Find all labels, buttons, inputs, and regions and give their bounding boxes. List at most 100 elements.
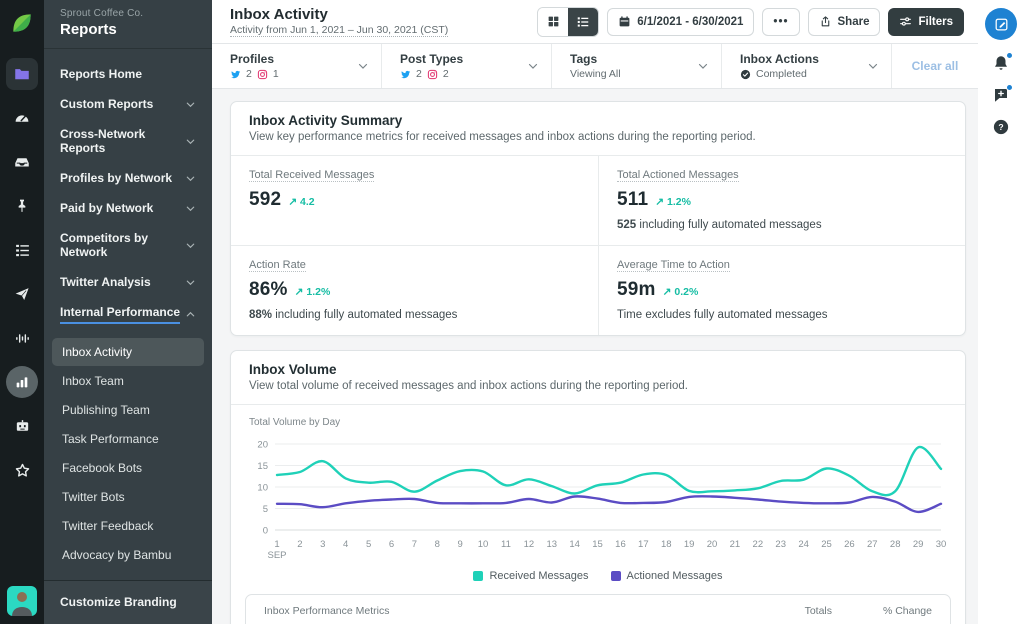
actioned-swatch-icon <box>610 571 621 581</box>
clear-all-button[interactable]: Clear all <box>892 44 978 88</box>
received-swatch-icon <box>473 571 484 581</box>
filter-inbox-actions[interactable]: Inbox Actions Completed <box>722 44 892 88</box>
report-date-subtitle[interactable]: Activity from Jun 1, 2021 – Jun 30, 2021… <box>230 24 449 37</box>
chevron-down-icon <box>185 277 196 288</box>
metric-avg-time-to-action: Average Time to Action 59m ↗ 0.2% Time e… <box>598 245 965 335</box>
share-button[interactable]: Share <box>807 7 881 36</box>
sidebar-item-custom-reports[interactable]: Custom Reports <box>44 89 212 119</box>
filter-tags[interactable]: Tags Viewing All <box>552 44 722 88</box>
list-icon <box>576 15 590 29</box>
svg-text:5: 5 <box>366 539 371 550</box>
nav-pin-icon[interactable] <box>6 190 38 222</box>
svg-text:29: 29 <box>913 539 924 550</box>
subitem-advocacy-by-bambu[interactable]: Advocacy by Bambu <box>52 541 204 569</box>
instagram-icon <box>257 69 268 80</box>
chart-legend: Received Messages Actioned Messages <box>231 564 965 592</box>
svg-text:16: 16 <box>615 539 626 550</box>
nav-inbox-tray-icon[interactable] <box>6 146 38 178</box>
volume-chart: 051015201 2 3 4 5 6 7 8 9 10 11 12 13 14 15 16 17 18 19 20 2… <box>257 440 947 562</box>
nav-listening-waveform-icon[interactable] <box>6 322 38 354</box>
help-question-icon[interactable]: ? <box>992 118 1010 136</box>
app-window: Sprout Coffee Co. Reports Reports Home C… <box>0 0 1024 624</box>
volume-card-title: Inbox Volume <box>249 362 337 377</box>
svg-text:0: 0 <box>263 526 268 537</box>
sidebar-item-reports-home[interactable]: Reports Home <box>44 59 212 89</box>
trend-up-icon: ↗ <box>655 196 665 208</box>
subitem-task-performance[interactable]: Task Performance <box>52 425 204 453</box>
nav-feeds-list-icon[interactable] <box>6 234 38 266</box>
grid-view-button[interactable] <box>538 7 569 36</box>
nav-reports-barchart-icon[interactable] <box>6 366 38 398</box>
svg-text:28: 28 <box>890 539 901 550</box>
sidebar-item-cross-network-reports[interactable]: Cross-Network Reports <box>44 119 212 163</box>
metric-total-actioned: Total Actioned Messages 511 ↗ 1.2% 525 i… <box>598 156 965 245</box>
svg-text:21: 21 <box>730 539 741 550</box>
summary-card-subtitle: View key performance metrics for receive… <box>249 131 756 143</box>
share-icon <box>819 15 832 28</box>
chevron-down-icon <box>185 173 196 184</box>
svg-text:22: 22 <box>753 539 764 550</box>
sliders-icon <box>899 15 912 28</box>
chevron-down-icon <box>867 60 879 72</box>
header-actions: 6/1/2021 - 6/30/2021 ••• Share Filters <box>537 6 964 37</box>
calendar-icon <box>618 15 631 28</box>
nav-reviews-star-icon[interactable] <box>6 454 38 486</box>
svg-text:15: 15 <box>257 461 268 472</box>
subitem-publishing-team[interactable]: Publishing Team <box>52 396 204 424</box>
svg-text:30: 30 <box>936 539 947 550</box>
summary-card-title: Inbox Activity Summary <box>249 113 403 128</box>
notifications-bell-icon[interactable] <box>992 52 1013 72</box>
list-view-button[interactable] <box>568 7 599 36</box>
svg-text:10: 10 <box>478 539 489 550</box>
chevron-down-icon <box>357 60 369 72</box>
svg-text:17: 17 <box>638 539 649 550</box>
notification-dot-badge <box>1006 52 1013 59</box>
nav-bots-robot-icon[interactable] <box>6 410 38 442</box>
svg-text:25: 25 <box>821 539 832 550</box>
user-avatar[interactable] <box>7 586 37 616</box>
sidebar-item-twitter-analysis[interactable]: Twitter Analysis <box>44 267 212 297</box>
sidebar-item-internal-performance[interactable]: Internal Performance <box>44 297 212 332</box>
svg-text:6: 6 <box>389 539 394 550</box>
sidebar-item-paid-by-network[interactable]: Paid by Network <box>44 193 212 223</box>
metric-action-rate: Action Rate 86% ↗ 1.2% 88% including ful… <box>231 245 598 335</box>
instagram-icon <box>427 69 438 80</box>
report-content: Inbox Activity Summary View key performa… <box>212 89 978 624</box>
more-options-button[interactable]: ••• <box>762 7 800 36</box>
svg-text:20: 20 <box>257 440 268 451</box>
filter-bar: Profiles 2 1 Post Types 2 2 Tags Viewing… <box>212 44 978 89</box>
twitter-icon <box>400 69 411 80</box>
date-range-button[interactable]: 6/1/2021 - 6/30/2021 <box>607 7 755 36</box>
nav-folder-icon[interactable] <box>6 58 38 90</box>
subitem-inbox-activity[interactable]: Inbox Activity <box>52 338 204 366</box>
svg-text:23: 23 <box>775 539 786 550</box>
compose-button[interactable] <box>985 8 1017 40</box>
table-header-metrics: Inbox Performance Metrics <box>264 605 390 617</box>
sidebar-item-profiles-by-network[interactable]: Profiles by Network <box>44 163 212 193</box>
view-toggle <box>537 6 600 37</box>
filter-profiles[interactable]: Profiles 2 1 <box>212 44 382 88</box>
app-icon-rail <box>0 0 44 624</box>
filters-button[interactable]: Filters <box>888 7 964 36</box>
chevron-down-icon <box>697 60 709 72</box>
subitem-twitter-feedback[interactable]: Twitter Feedback <box>52 512 204 540</box>
subitem-twitter-bots[interactable]: Twitter Bots <box>52 483 204 511</box>
trend-up-icon: ↗ <box>288 196 298 208</box>
sprout-logo-icon <box>7 8 37 38</box>
table-header-change: % Change <box>882 605 932 617</box>
svg-text:5: 5 <box>263 504 268 515</box>
feedback-chat-icon[interactable] <box>992 84 1013 104</box>
subitem-inbox-team[interactable]: Inbox Team <box>52 367 204 395</box>
subitem-facebook-bots[interactable]: Facebook Bots <box>52 454 204 482</box>
chevron-down-icon <box>185 240 196 251</box>
nav-publishing-send-icon[interactable] <box>6 278 38 310</box>
volume-card-subtitle: View total volume of received messages a… <box>249 380 688 392</box>
report-header: Inbox Activity Activity from Jun 1, 2021… <box>212 0 978 44</box>
page-title: Inbox Activity <box>230 6 328 23</box>
chart-title: Total Volume by Day <box>249 417 341 428</box>
customize-branding-button[interactable]: Customize Branding <box>44 580 212 624</box>
chevron-down-icon <box>185 136 196 147</box>
filter-post-types[interactable]: Post Types 2 2 <box>382 44 552 88</box>
sidebar-item-competitors-by-network[interactable]: Competitors by Network <box>44 223 212 267</box>
nav-dashboard-gauge-icon[interactable] <box>6 102 38 134</box>
